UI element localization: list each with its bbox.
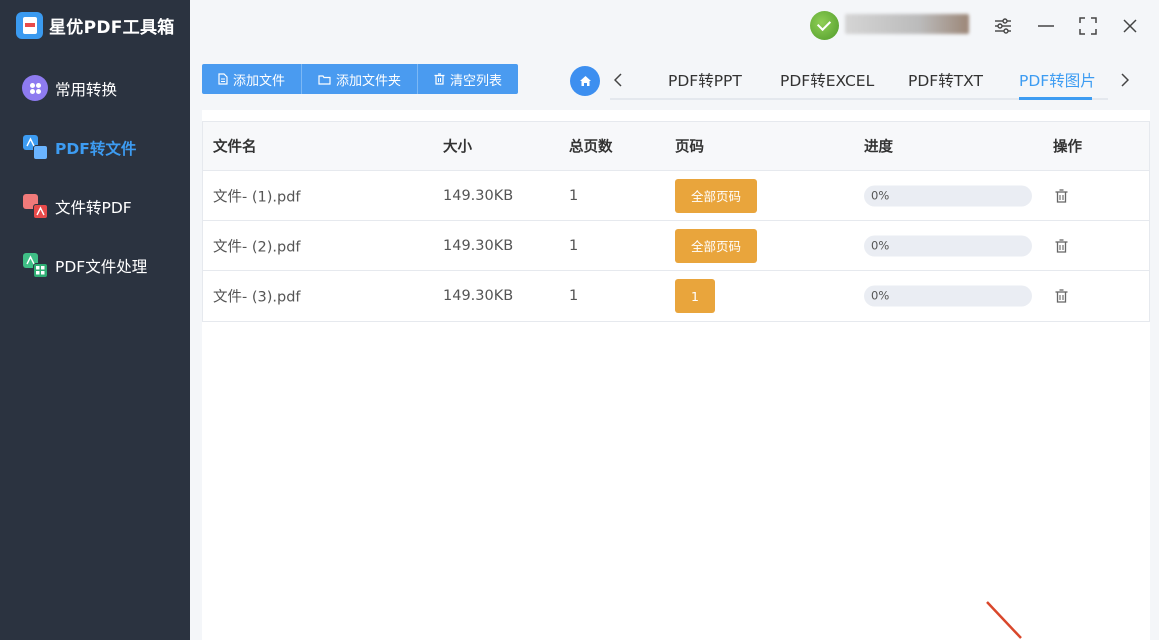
page-range-button[interactable]: 全部页码 <box>675 228 758 263</box>
header-action: 操作 <box>1053 139 1082 156</box>
progress-label: 0% <box>871 238 890 252</box>
home-button[interactable] <box>570 66 600 96</box>
annotation-arrow <box>986 601 1022 639</box>
tab-pdf-to-txt[interactable]: PDF转TXT <box>908 69 983 91</box>
delete-row-button[interactable] <box>1055 289 1068 303</box>
file-name: 文件- (3).pdf <box>213 289 301 306</box>
apps-icon <box>22 75 50 103</box>
pdf-to-file-icon <box>22 134 50 162</box>
table-row: 文件- (1).pdf 149.30KB 1 全部页码 0% <box>203 171 1149 221</box>
total-pages: 1 <box>569 288 579 304</box>
app-logo-icon <box>16 11 43 39</box>
avatar[interactable] <box>810 11 839 40</box>
file-size: 149.30KB <box>443 288 514 304</box>
trash-icon <box>1055 238 1068 253</box>
app-logo: 星优PDF工具箱 <box>16 11 175 39</box>
conversion-tabs: PDF转PPT PDF转EXCEL PDF转TXT PDF转图片 <box>610 60 1132 100</box>
file-toolbar: 添加文件 添加文件夹 清空列表 <box>202 64 519 94</box>
file-table: 文件名 大小 总页数 页码 进度 操作 文件- (1).pdf 149.30KB… <box>202 121 1150 322</box>
page-range-button[interactable]: 全部页码 <box>675 178 758 213</box>
file-size: 149.30KB <box>443 187 514 204</box>
add-file-label: 添加文件 <box>233 73 286 89</box>
file-icon <box>218 73 228 85</box>
file-to-pdf-icon <box>22 193 50 221</box>
main-panel: 添加文件 添加文件夹 清空列表 PDF转PPT PDF转EXCEL PDF转TX… <box>190 0 1159 640</box>
maximize-button[interactable] <box>1072 10 1104 42</box>
sidebar-item-pdf-process[interactable]: PDF文件处理 <box>22 251 147 281</box>
tab-pdf-to-ppt[interactable]: PDF转PPT <box>668 69 742 91</box>
add-folder-button[interactable]: 添加文件夹 <box>302 64 419 94</box>
sidebar-item-common-convert[interactable]: 常用转换 <box>22 74 117 104</box>
sidebar-item-label: PDF文件处理 <box>55 258 148 276</box>
pdf-process-icon <box>22 252 50 280</box>
clear-list-button[interactable]: 清空列表 <box>418 64 518 94</box>
header-size: 大小 <box>443 139 472 156</box>
trash-icon <box>434 73 445 85</box>
home-icon <box>579 76 591 86</box>
active-tab-indicator <box>1019 97 1092 100</box>
app-title: 星优PDF工具箱 <box>49 17 175 38</box>
header-page-range: 页码 <box>675 139 704 156</box>
header-progress: 进度 <box>864 139 893 156</box>
delete-row-button[interactable] <box>1055 188 1068 203</box>
user-name-blurred[interactable] <box>845 14 969 34</box>
table-row: 文件- (2).pdf 149.30KB 1 全部页码 0% <box>203 221 1149 271</box>
file-name: 文件- (1).pdf <box>213 189 301 205</box>
progress-bar: 0% <box>864 235 1032 256</box>
maximize-icon <box>1079 17 1097 35</box>
page-range-button[interactable]: 1 <box>675 279 715 313</box>
trash-icon <box>1055 289 1068 303</box>
folder-icon <box>318 74 331 85</box>
tab-scroll-right-button[interactable] <box>1115 68 1135 92</box>
add-folder-label: 添加文件夹 <box>336 73 402 89</box>
table-header: 文件名 大小 总页数 页码 进度 操作 <box>203 122 1149 171</box>
tab-pdf-to-excel[interactable]: PDF转EXCEL <box>780 69 874 91</box>
close-button[interactable] <box>1114 10 1146 42</box>
settings-button[interactable] <box>987 10 1019 42</box>
close-icon <box>1123 19 1137 33</box>
progress-bar: 0% <box>864 185 1032 206</box>
title-bar <box>190 0 1159 52</box>
settings-sliders-icon <box>995 18 1011 34</box>
table-row: 文件- (3).pdf 149.30KB 1 1 0% <box>203 271 1149 321</box>
minimize-icon <box>1038 25 1054 27</box>
chevron-right-icon <box>1121 73 1129 87</box>
header-total-pages: 总页数 <box>569 139 613 156</box>
sidebar-item-label: 文件转PDF <box>55 199 132 217</box>
progress-label: 0% <box>871 188 890 202</box>
clear-list-label: 清空列表 <box>450 73 503 89</box>
total-pages: 1 <box>569 237 579 254</box>
minimize-button[interactable] <box>1030 10 1062 42</box>
header-file-name: 文件名 <box>213 139 257 156</box>
sidebar-item-label: 常用转换 <box>55 81 118 99</box>
progress-label: 0% <box>871 288 890 303</box>
add-file-button[interactable]: 添加文件 <box>202 64 303 94</box>
file-size: 149.30KB <box>443 237 514 254</box>
trash-icon <box>1055 188 1068 203</box>
progress-bar: 0% <box>864 285 1032 307</box>
file-list-panel: 文件名 大小 总页数 页码 进度 操作 文件- (1).pdf 149.30KB… <box>202 110 1150 640</box>
delete-row-button[interactable] <box>1055 238 1068 253</box>
total-pages: 1 <box>569 187 579 204</box>
sidebar-item-pdf-to-file[interactable]: PDF转文件 <box>22 133 136 163</box>
sidebar: 星优PDF工具箱 常用转换 PDF转文件 文件转PDF PDF文件处理 <box>0 0 190 640</box>
app-window: 星优PDF工具箱 常用转换 PDF转文件 文件转PDF PDF文件处理 添加文件… <box>0 0 1159 640</box>
file-name: 文件- (2).pdf <box>213 239 301 255</box>
sidebar-item-file-to-pdf[interactable]: 文件转PDF <box>22 192 132 222</box>
tab-pdf-to-image[interactable]: PDF转图片 <box>1019 69 1096 91</box>
sidebar-item-label: PDF转文件 <box>55 140 137 158</box>
